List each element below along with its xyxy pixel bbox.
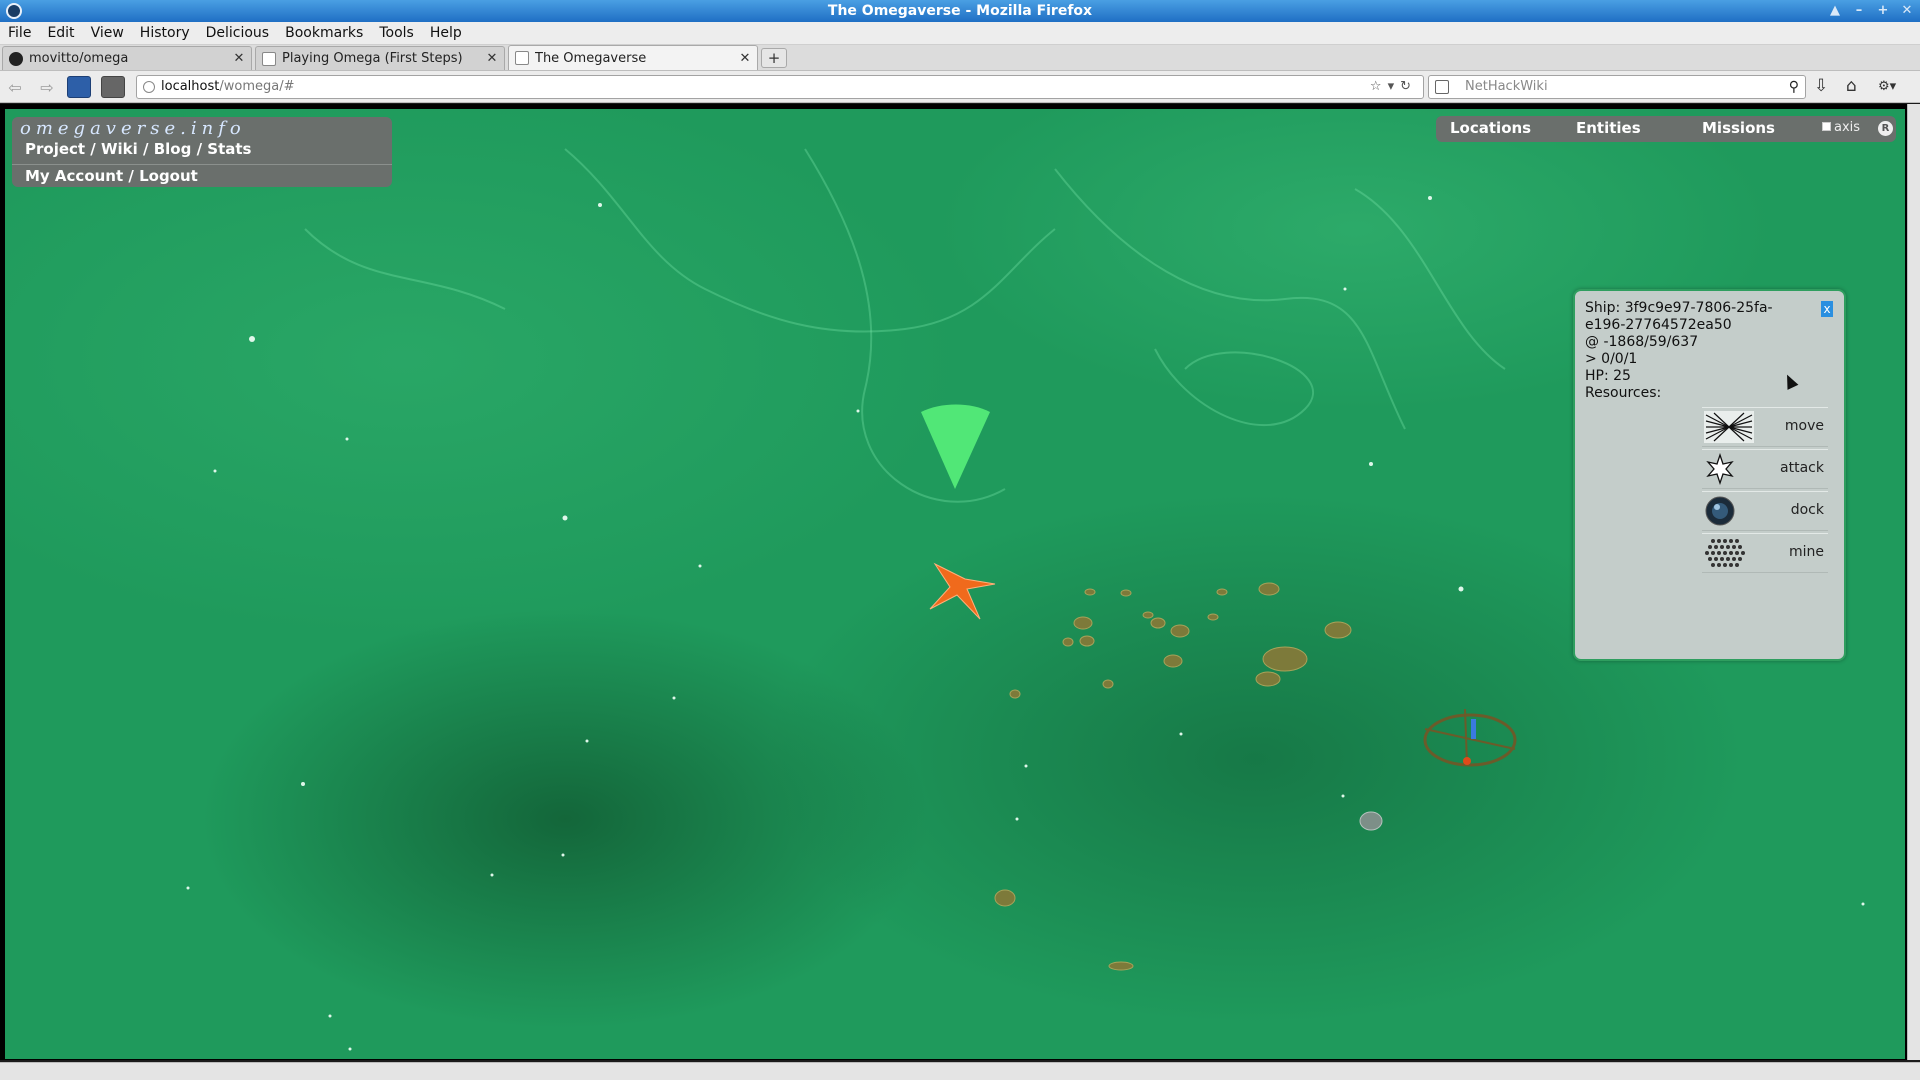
mine-label: mine [1788, 544, 1824, 560]
move-label: move [1784, 418, 1824, 434]
dock-label: dock [1790, 502, 1824, 518]
window-title: The Omegaverse - Mozilla Firefox [827, 3, 1093, 19]
menu-help[interactable]: Help [422, 25, 470, 41]
move-command-button[interactable]: move [1702, 407, 1828, 447]
site-links[interactable]: Project / Wiki / Blog / Stats [25, 140, 251, 158]
locations-button[interactable]: Locations [1450, 119, 1531, 137]
window-maximize-icon[interactable]: + [1874, 2, 1892, 20]
menu-bookmarks[interactable]: Bookmarks [277, 25, 371, 41]
account-links[interactable]: My Account / Logout [12, 164, 392, 187]
ship-info-dialog: x Ship: 3f9c9e97-7806-25fa- e196-2776457… [1573, 289, 1846, 661]
site-identity-icon[interactable] [143, 81, 155, 93]
tab-label: movitto/omega [29, 51, 129, 66]
window-close-icon[interactable]: ✕ [1898, 2, 1916, 20]
ship-commands: move attack dock mine [1702, 407, 1828, 575]
menu-edit[interactable]: Edit [39, 25, 82, 41]
tab-close-icon[interactable]: ✕ [737, 51, 753, 66]
axis-toggle[interactable]: axis [1822, 120, 1860, 135]
search-placeholder: NetHackWiki [1465, 79, 1548, 94]
tag-icon[interactable] [101, 76, 125, 98]
menu-view[interactable]: View [83, 25, 132, 41]
menu-bar: File Edit View History Delicious Bookmar… [0, 22, 1920, 45]
reset-camera-button[interactable]: R [1878, 121, 1893, 136]
attack-label: attack [1780, 460, 1824, 476]
ship-id-line1: Ship: 3f9c9e97-7806-25fa- [1585, 300, 1773, 316]
search-engine-icon[interactable] [1435, 80, 1449, 94]
back-icon[interactable]: ⇦ [4, 77, 26, 99]
url-dropdown-icon[interactable]: ▾ [1388, 79, 1401, 94]
vertical-scrollbar[interactable] [1907, 104, 1920, 1060]
distant-planet[interactable] [1359, 811, 1383, 831]
nebula-wisps [304, 148, 1506, 503]
firefox-icon [6, 3, 22, 19]
search-input[interactable]: NetHackWiki ⚲ [1428, 75, 1806, 99]
mine-command-button[interactable]: mine [1702, 533, 1828, 573]
tab-label: The Omegaverse [535, 50, 647, 66]
site-logo[interactable]: omegaverse.info [20, 118, 246, 139]
search-icon[interactable]: ⚲ [1789, 76, 1799, 98]
move-icon [1704, 411, 1754, 443]
page-viewport: omegaverse.info Project / Wiki / Blog / … [0, 104, 1920, 1060]
addon-icon[interactable]: ⚙▾ [1878, 79, 1896, 94]
window-minimize-icon[interactable]: – [1850, 2, 1868, 20]
menu-file[interactable]: File [0, 25, 39, 41]
navigation-toolbar: ⇦ ⇨ localhost/womega/# ☆▾↻ NetHackWiki ⚲… [0, 71, 1920, 103]
home-icon[interactable]: ⌂ [1846, 76, 1857, 96]
window-shade-icon[interactable]: ▲ [1826, 2, 1844, 20]
tab-label: Playing Omega (First Steps) [282, 51, 463, 66]
attack-command-button[interactable]: attack [1702, 449, 1828, 489]
dock-command-button[interactable]: dock [1702, 491, 1828, 531]
new-tab-button[interactable]: + [761, 48, 787, 68]
tab-playing-omega[interactable]: Playing Omega (First Steps) ✕ [255, 46, 505, 70]
url-bar[interactable]: localhost/womega/# ☆▾↻ [136, 75, 1424, 99]
page-icon [262, 51, 276, 66]
site-navigation-panel: omegaverse.info Project / Wiki / Blog / … [12, 117, 392, 187]
selection-marker[interactable] [921, 404, 990, 490]
window-titlebar: The Omegaverse - Mozilla Firefox ▲ – + ✕ [0, 0, 1920, 22]
bookmark-star-icon[interactable]: ☆ [1370, 79, 1388, 94]
attack-icon [1706, 453, 1734, 485]
tab-omegaverse[interactable]: The Omegaverse ✕ [508, 45, 758, 70]
dialog-close-button[interactable]: x [1821, 301, 1833, 317]
menu-delicious[interactable]: Delicious [198, 25, 278, 41]
url-path: /womega/# [219, 79, 295, 94]
entities-button[interactable]: Entities [1576, 119, 1641, 137]
ship-hp: HP: 25 [1585, 368, 1631, 384]
tab-movitto-omega[interactable]: movitto/omega ✕ [2, 46, 252, 70]
space-station[interactable] [1423, 708, 1517, 767]
dock-icon [1705, 496, 1735, 526]
ship-orientation: > 0/0/1 [1585, 351, 1638, 367]
axis-checkbox[interactable] [1822, 122, 1831, 131]
asteroid-field[interactable] [994, 582, 1352, 971]
ship-location: @ -1868/59/637 [1585, 334, 1699, 350]
ship-id-line2: e196-27764572ea50 [1585, 317, 1732, 333]
page-icon [515, 51, 529, 65]
download-icon[interactable]: ⇩ [1814, 76, 1828, 96]
horizontal-scrollbar[interactable] [0, 1062, 1920, 1080]
tab-bar: movitto/omega ✕ Playing Omega (First Ste… [0, 45, 1920, 71]
ship-resources-label: Resources: [1585, 385, 1662, 401]
tab-close-icon[interactable]: ✕ [231, 51, 247, 66]
axis-label: axis [1834, 120, 1861, 135]
top-nav-bar: Locations Entities Missions axis R [1436, 116, 1896, 142]
url-host: localhost [161, 79, 220, 94]
mine-icon [1705, 539, 1745, 567]
reload-icon[interactable]: ↻ [1400, 79, 1417, 94]
ship-details: Ship: 3f9c9e97-7806-25fa- e196-27764572e… [1585, 300, 1795, 402]
menu-tools[interactable]: Tools [371, 25, 422, 41]
menu-history[interactable]: History [132, 25, 198, 41]
github-icon [9, 51, 23, 66]
tab-close-icon[interactable]: ✕ [484, 51, 500, 66]
forward-icon[interactable]: ⇨ [36, 77, 58, 99]
bookmark-sidebar-icon[interactable] [67, 76, 91, 98]
player-ship[interactable] [929, 562, 996, 620]
missions-button[interactable]: Missions [1702, 119, 1775, 137]
